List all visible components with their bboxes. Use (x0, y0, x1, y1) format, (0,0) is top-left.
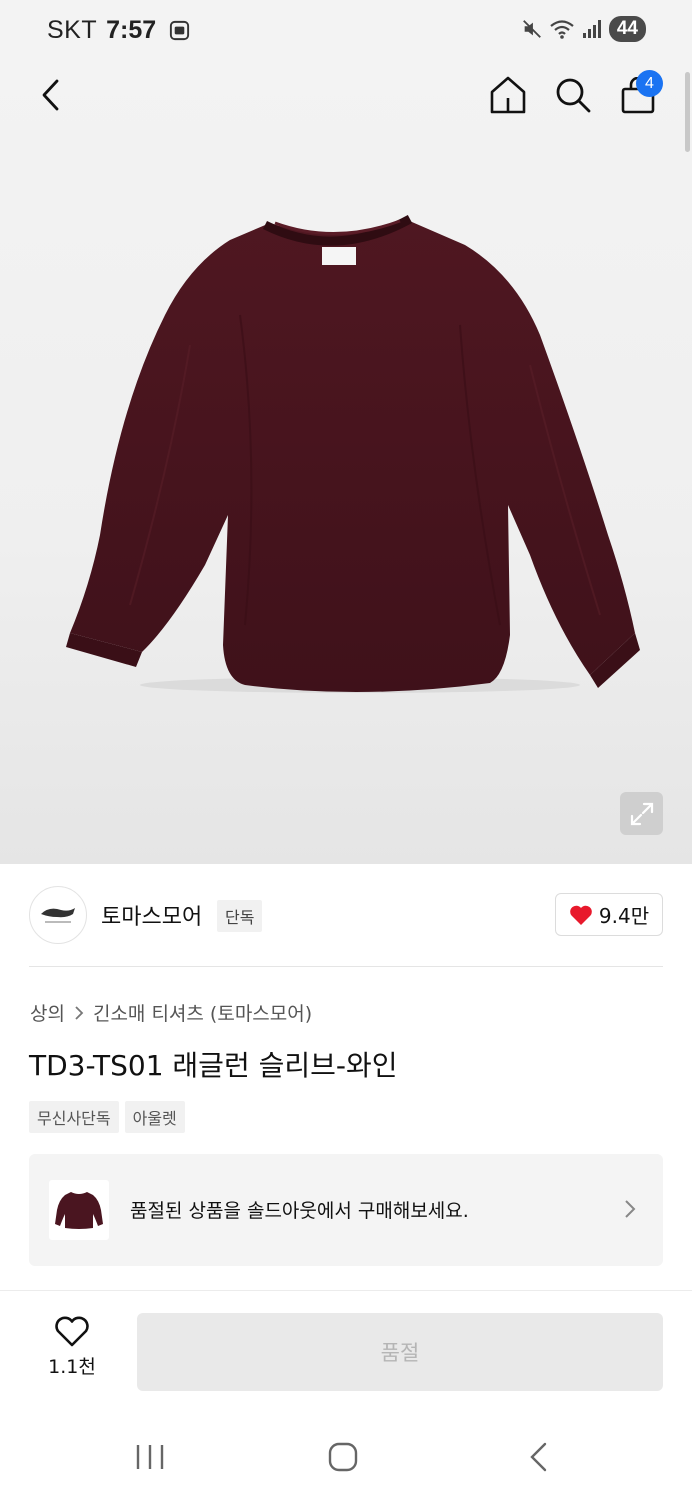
breadcrumb: 상의 긴소매 티셔츠 (토마스모어) (30, 999, 312, 1026)
tag-exclusive: 무신사단독 (29, 1101, 119, 1133)
recent-apps-button[interactable] (133, 1440, 167, 1474)
chevron-right-icon (625, 1200, 636, 1218)
back-nav-button[interactable] (523, 1440, 553, 1474)
back-arrow-icon (530, 1442, 547, 1472)
status-right: 44 (521, 16, 646, 42)
brand-like-button[interactable]: 9.4만 (555, 893, 663, 936)
breadcrumb-subcategory[interactable]: 긴소매 티셔츠 (토마스모어) (93, 999, 312, 1026)
whale-logo-icon (41, 908, 75, 923)
exclusive-badge: 단독 (217, 900, 263, 932)
expand-icon (630, 802, 653, 825)
chevron-left-icon (42, 79, 59, 111)
cart-count-badge: 4 (636, 70, 663, 97)
scroll-indicator (685, 72, 690, 152)
product-photo (66, 215, 640, 693)
back-button[interactable] (34, 76, 68, 114)
soldout-notice-text: 품절된 상품을 솔드아웃에서 구매해보세요. (130, 1200, 469, 1222)
chevron-right-icon (75, 1005, 84, 1020)
divider (29, 966, 663, 967)
status-left: SKT 7:57 (47, 16, 191, 45)
heart-filled-icon (570, 905, 592, 925)
brand-logo[interactable] (29, 886, 87, 944)
product-title: TD3-TS01 래글런 슬리브-와인 (29, 1049, 398, 1082)
home-circle-icon (328, 1442, 358, 1472)
heart-outline-icon (55, 1316, 89, 1347)
signal-icon (582, 20, 601, 38)
home-icon (490, 76, 526, 114)
battery-indicator: 44 (608, 16, 646, 42)
wishlist-count: 1.1천 (48, 1356, 96, 1378)
bottom-bar-divider (0, 1290, 692, 1291)
status-bar: SKT 7:57 44 (0, 0, 692, 62)
recent-apps-icon (136, 1445, 164, 1469)
home-button[interactable] (488, 74, 528, 116)
brand-like-count: 9.4만 (598, 904, 650, 928)
product-tags: 무신사단독 아울렛 (29, 1101, 185, 1133)
wishlist-button[interactable]: 1.1천 (40, 1316, 104, 1386)
mute-icon (522, 20, 541, 38)
home-nav-button[interactable] (326, 1440, 360, 1474)
system-navigation-bar (0, 1410, 692, 1500)
soldout-button[interactable]: 품절 (137, 1313, 663, 1391)
screen-capture-icon (170, 20, 190, 41)
expand-image-button[interactable] (620, 792, 663, 835)
clock: 7:57 (106, 16, 157, 44)
breadcrumb-category[interactable]: 상의 (30, 999, 65, 1026)
soldout-product-thumbnail (49, 1180, 109, 1240)
wifi-icon (550, 20, 574, 39)
carrier-label: SKT (47, 16, 98, 44)
tag-outlet: 아울렛 (124, 1101, 185, 1133)
soldout-notice-card[interactable]: 품절된 상품을 솔드아웃에서 구매해보세요. (29, 1154, 663, 1266)
search-button[interactable] (553, 75, 593, 115)
search-icon (556, 78, 591, 113)
brand-name[interactable]: 토마스모어 (101, 899, 202, 931)
